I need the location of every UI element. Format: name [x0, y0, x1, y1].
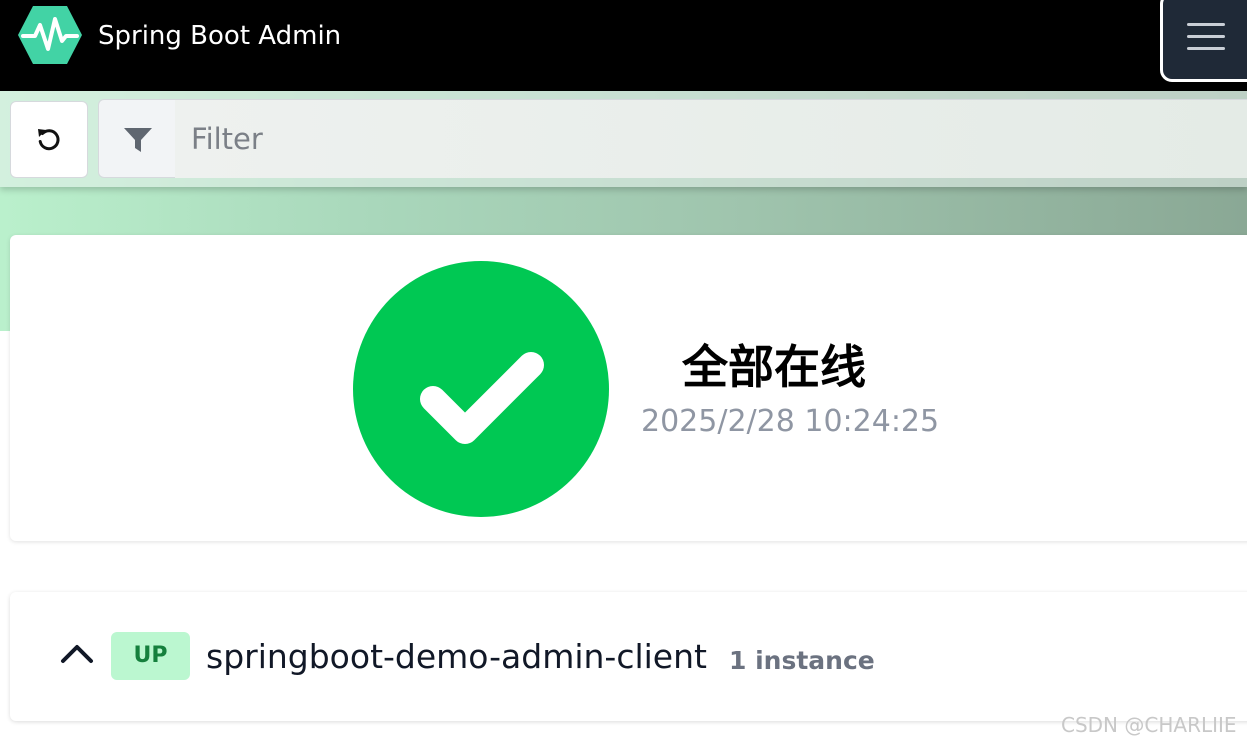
hamburger-menu-icon	[1187, 23, 1225, 50]
status-summary-card: 全部在线 2025/2/28 10:24:25	[10, 235, 1247, 541]
navbar: Spring Boot Admin	[0, 0, 1247, 91]
application-row[interactable]: UP springboot-demo-admin-client 1 instan…	[10, 592, 1247, 721]
filter-input[interactable]	[175, 99, 1247, 178]
status-timestamp: 2025/2/28 10:24:25	[641, 404, 940, 439]
heartbeat-hexagon-icon[interactable]	[17, 5, 83, 65]
instance-count: 1 instance	[729, 646, 875, 675]
chevron-up-icon[interactable]	[60, 642, 94, 664]
application-name[interactable]: springboot-demo-admin-client	[206, 636, 707, 678]
toolbar	[0, 91, 1247, 187]
check-circle-icon	[353, 261, 609, 517]
app-title[interactable]: Spring Boot Admin	[98, 19, 341, 53]
status-title: 全部在线	[682, 340, 866, 394]
menu-toggle-button[interactable]	[1160, 0, 1247, 82]
refresh-button[interactable]	[10, 101, 88, 178]
refresh-icon	[38, 129, 60, 151]
filter-addon	[98, 99, 176, 178]
watermark: CSDN @CHARLIIE	[1061, 713, 1237, 737]
filter-icon	[124, 128, 152, 152]
status-badge: UP	[111, 632, 190, 680]
